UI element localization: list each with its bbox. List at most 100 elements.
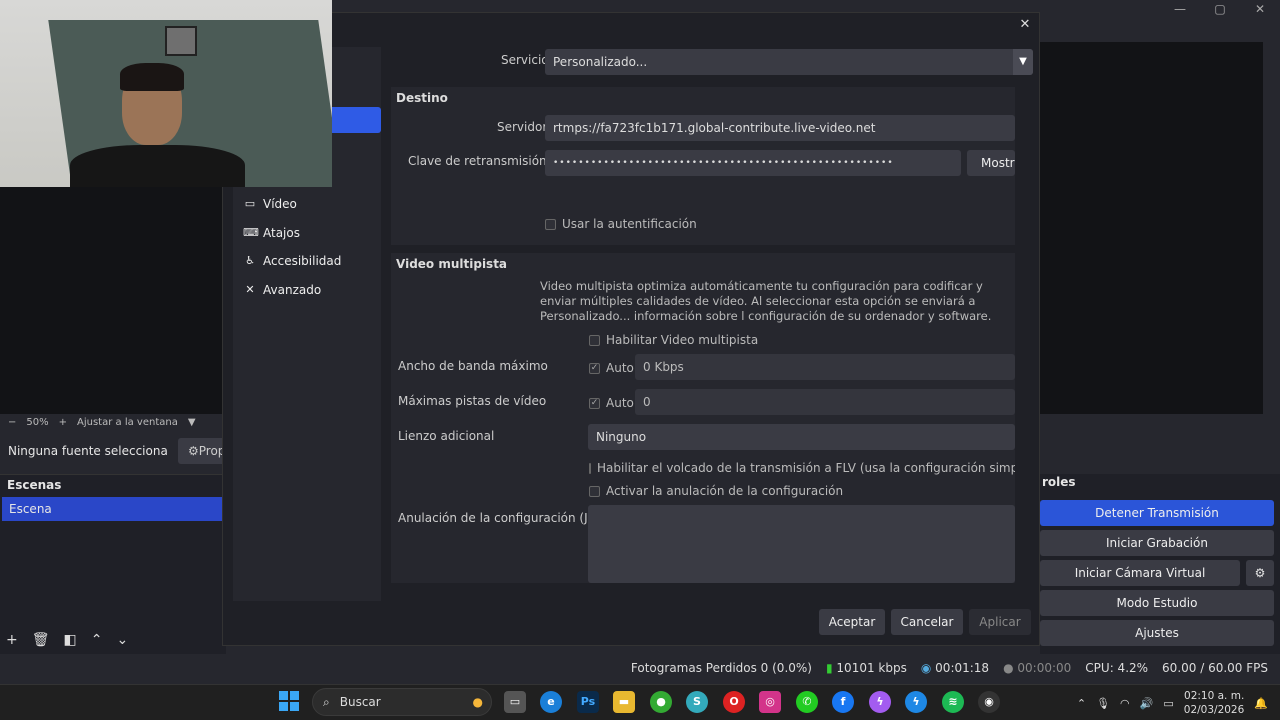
controls-panel: roles Detener Transmisión Iniciar Grabac… (1040, 474, 1280, 654)
json-override-textarea[interactable] (588, 505, 1015, 583)
close-icon[interactable]: ✕ (1017, 17, 1033, 33)
microphone-icon[interactable]: 🎙 (1096, 697, 1110, 710)
task-view-icon[interactable]: ▭ (504, 691, 526, 713)
destination-section: Destino Servidor rtmps://fa723fc1b171.gl… (391, 87, 1015, 245)
chrome-icon[interactable]: ● (650, 691, 672, 713)
minimize-icon[interactable]: — (1160, 0, 1200, 20)
chevron-down-icon[interactable]: ▼ (1013, 49, 1033, 75)
tools-icon: ✕ (245, 283, 255, 296)
filter-icon[interactable]: ◧ (64, 632, 77, 648)
edge-icon[interactable]: e (540, 691, 562, 713)
server-input[interactable]: rtmps://fa723fc1b171.global-contribute.l… (545, 115, 1015, 141)
nav-label: Avanzado (263, 283, 322, 297)
preview-canvas-right (1040, 42, 1263, 414)
wifi-icon[interactable]: ◠ (1120, 697, 1130, 710)
whatsapp-icon[interactable]: ✆ (796, 691, 818, 713)
cancel-button[interactable]: Cancelar (891, 609, 963, 635)
taskbar-search[interactable]: ⌕ Buscar ● (312, 688, 492, 716)
tracks-auto-checkbox[interactable]: ✓ Auto (589, 396, 634, 410)
use-auth-checkbox[interactable]: Usar la autentificación (545, 217, 697, 231)
opera-icon[interactable]: O (723, 691, 745, 713)
add-icon[interactable]: + (6, 632, 18, 648)
fit-window-button[interactable]: Ajustar a la ventana (77, 417, 178, 428)
cpu-usage: CPU: 4.2% (1085, 661, 1149, 675)
facebook-icon[interactable]: f (832, 691, 854, 713)
spotify-icon[interactable]: ≋ (942, 691, 964, 713)
scene-toolbar: + 🗑 ◧ ⌃ ⌄ (6, 632, 128, 648)
scene-item[interactable]: Escena (2, 497, 224, 521)
checkbox[interactable] (545, 218, 556, 230)
search-label: Buscar (339, 695, 381, 709)
ok-button[interactable]: Aceptar (819, 609, 885, 635)
chevron-down-icon[interactable]: ⌄ (116, 632, 128, 648)
webcam-person (70, 63, 245, 187)
zoom-in-button[interactable]: + (59, 417, 67, 428)
chevron-up-icon[interactable]: ⌃ (1077, 697, 1086, 710)
trash-icon[interactable]: 🗑 (32, 632, 50, 648)
start-recording-button[interactable]: Iniciar Grabación (1040, 530, 1274, 556)
close-window-icon[interactable]: ✕ (1240, 0, 1280, 20)
extra-canvas-select[interactable]: Ninguno (588, 424, 1015, 450)
windows-start-icon[interactable] (279, 691, 299, 711)
checkbox[interactable] (589, 485, 600, 497)
properties-button[interactable]: ⚙Prop (178, 438, 228, 464)
multitrack-title: Video multipista (396, 257, 508, 271)
zoom-out-button[interactable]: − (8, 417, 16, 428)
checkbox-checked[interactable]: ✓ (589, 397, 600, 409)
start-virtual-camera-button[interactable]: Iniciar Cámara Virtual (1040, 560, 1240, 586)
webcam-preview (0, 0, 332, 187)
service-select[interactable]: Personalizado... ▼ (545, 49, 1033, 75)
messenger-blue-icon[interactable]: ϟ (905, 691, 927, 713)
bandwidth-input[interactable]: 0 Kbps (635, 354, 1015, 380)
taskbar: ⌕ Buscar ● ▭ e Ps ▬ ● S O ◎ ✆ f ϟ ϟ ≋ ◉ … (0, 684, 1280, 720)
enable-multitrack-checkbox[interactable]: Habilitar Video multipista (589, 333, 758, 347)
studio-mode-button[interactable]: Modo Estudio (1040, 590, 1274, 616)
instagram-icon[interactable]: ◎ (759, 691, 781, 713)
nav-item-advanced[interactable]: ✕ Avanzado (243, 283, 321, 297)
clock[interactable]: 02:10 a. m. 02/03/2026 (1184, 689, 1245, 717)
apply-button[interactable]: Aplicar (969, 609, 1031, 635)
file-explorer-icon[interactable]: ▬ (613, 691, 635, 713)
settings-button[interactable]: Ajustes (1040, 620, 1274, 646)
server-label: Servidor (497, 120, 548, 134)
fps: 60.00 / 60.00 FPS (1162, 661, 1268, 675)
search-highlight-icon: ● (472, 695, 483, 709)
accessibility-icon: ♿ (245, 254, 255, 267)
show-key-button[interactable]: Mostra (967, 150, 1015, 176)
record-time: ● 00:00:00 (1003, 661, 1072, 675)
checkbox[interactable] (589, 462, 591, 474)
battery-icon[interactable]: ▭ (1163, 697, 1173, 710)
nav-item-hotkeys[interactable]: ⌨ Atajos (243, 226, 300, 240)
controls-title: roles (1042, 475, 1076, 489)
maximize-icon[interactable]: ▢ (1200, 0, 1240, 20)
max-bandwidth-label: Ancho de banda máximo (398, 359, 548, 373)
dropped-frames: Fotogramas Perdidos 0 (0.0%) (630, 661, 812, 675)
notification-icon[interactable]: 🔔 (1254, 697, 1268, 710)
obs-icon[interactable]: ◉ (978, 691, 1000, 713)
destination-title: Destino (396, 91, 448, 105)
clock-date: 02/03/2026 (1183, 704, 1245, 716)
status-bar: Fotogramas Perdidos 0 (0.0%) ▮ 10101 kbp… (0, 656, 1280, 680)
stream-key-input[interactable]: ••••••••••••••••••••••••••••••••••••••••… (545, 150, 961, 176)
nav-label: Accesibilidad (263, 254, 342, 268)
nav-item-video[interactable]: ▭ Vídeo (243, 197, 297, 211)
chevron-down-icon[interactable]: ▼ (188, 417, 196, 428)
gear-icon[interactable]: ⚙ (1246, 560, 1274, 586)
keyboard-icon: ⌨ (243, 226, 259, 239)
checkbox-checked[interactable]: ✓ (589, 362, 600, 374)
multitrack-description: Video multipista optimiza automáticament… (540, 279, 992, 323)
flv-dump-checkbox[interactable]: Habilitar el volcado de la transmisión a… (589, 461, 1015, 475)
bandwidth-auto-checkbox[interactable]: ✓ Auto (589, 361, 634, 375)
photoshop-icon[interactable]: Ps (577, 691, 599, 713)
tracks-input[interactable]: 0 (635, 389, 1015, 415)
chevron-up-icon[interactable]: ⌃ (91, 632, 103, 648)
webcam-picture-frame (165, 26, 197, 56)
nav-item-accessibility[interactable]: ♿ Accesibilidad (243, 254, 341, 268)
volume-icon[interactable]: 🔊 (1140, 697, 1154, 710)
stop-stream-button[interactable]: Detener Transmisión (1040, 500, 1274, 526)
multitrack-section: Video multipista Video multipista optimi… (391, 253, 1015, 583)
app-icon[interactable]: S (686, 691, 708, 713)
config-override-checkbox[interactable]: Activar la anulación de la configuración (589, 484, 843, 498)
checkbox[interactable] (589, 334, 600, 346)
messenger-icon[interactable]: ϟ (869, 691, 891, 713)
